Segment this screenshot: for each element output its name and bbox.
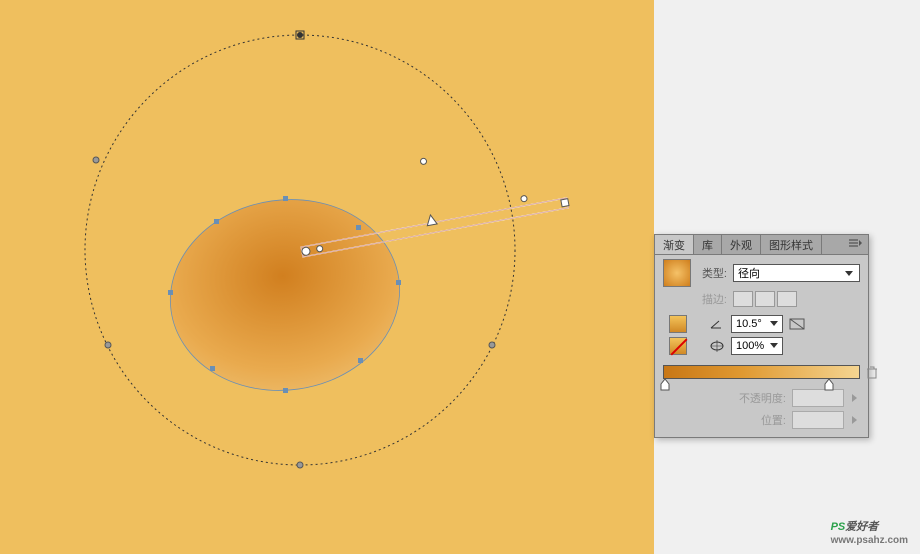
position-label: 位置: bbox=[730, 412, 786, 428]
stroke-swatch[interactable] bbox=[669, 315, 687, 333]
aspect-value: 100% bbox=[732, 340, 768, 352]
stroke-align-buttons bbox=[733, 291, 797, 307]
tab-library[interactable]: 库 bbox=[694, 235, 722, 254]
aspect-input[interactable]: 100% bbox=[731, 337, 783, 355]
chevron-down-icon bbox=[843, 267, 857, 281]
watermark: PS爱好者 www.psahz.com bbox=[831, 514, 908, 546]
tab-appearance[interactable]: 外观 bbox=[722, 235, 761, 254]
angle-value: 10.5° bbox=[732, 318, 768, 330]
stroke-btn-3 bbox=[777, 291, 797, 307]
panel-tabs: 渐变 库 外观 图形样式 bbox=[655, 235, 868, 255]
chevron-down-icon bbox=[768, 317, 782, 331]
chevron-right-icon bbox=[850, 393, 860, 403]
watermark-brand: PS bbox=[831, 521, 846, 533]
angle-input[interactable]: 10.5° bbox=[731, 315, 783, 333]
chevron-right-icon bbox=[850, 415, 860, 425]
gradient-slider[interactable] bbox=[663, 365, 860, 379]
gradient-panel: 渐变 库 外观 图形样式 类型: 径向 描边: 10.5° bbox=[654, 234, 869, 438]
aspect-ratio-icon bbox=[709, 338, 725, 354]
type-select[interactable]: 径向 bbox=[733, 264, 860, 282]
position-input bbox=[792, 411, 844, 429]
delete-stop-icon[interactable] bbox=[866, 365, 878, 382]
stroke-btn-2 bbox=[755, 291, 775, 307]
angle-icon bbox=[709, 316, 725, 332]
canvas-artboard[interactable] bbox=[0, 0, 654, 554]
stroke-btn-1 bbox=[733, 291, 753, 307]
panel-menu-icon[interactable] bbox=[842, 235, 868, 254]
gradient-strip[interactable] bbox=[663, 365, 860, 379]
reverse-gradient-icon[interactable] bbox=[789, 316, 805, 332]
watermark-text: 爱好者 bbox=[845, 521, 878, 533]
stroke-label: 描边: bbox=[697, 291, 727, 307]
chevron-down-icon bbox=[768, 339, 782, 353]
vector-drawing bbox=[0, 0, 654, 554]
type-value: 径向 bbox=[734, 265, 764, 281]
watermark-url: www.psahz.com bbox=[831, 535, 908, 546]
gradient-fill-swatch[interactable] bbox=[663, 259, 691, 287]
gradient-ellipse[interactable] bbox=[158, 185, 412, 405]
tab-graphic-styles[interactable]: 图形样式 bbox=[761, 235, 822, 254]
type-label: 类型: bbox=[697, 265, 727, 281]
gradient-stop-right[interactable] bbox=[824, 379, 834, 389]
tab-gradient[interactable]: 渐变 bbox=[655, 235, 694, 254]
none-swatch[interactable] bbox=[669, 337, 687, 355]
gradient-stop-left[interactable] bbox=[660, 379, 670, 389]
opacity-input bbox=[792, 389, 844, 407]
opacity-label: 不透明度: bbox=[730, 390, 786, 406]
